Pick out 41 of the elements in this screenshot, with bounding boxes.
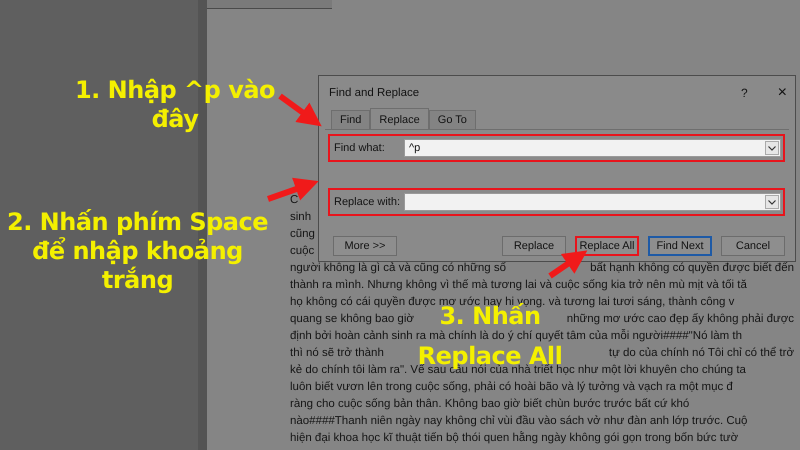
document-text: hiện đại khoa học kĩ thuật tiến bộ thói quen hằng ngày không gói gọn trong bốn bức tườ xyxy=(290,430,738,446)
dialog-button[interactable]: Find Next xyxy=(648,236,712,256)
field-label: Replace with: xyxy=(334,196,402,208)
document-text: những mơ ước cao đẹp ấy không phải được xyxy=(566,312,794,327)
document-text: tự do của chính nó Tôi chỉ có thể trở xyxy=(608,346,794,361)
document-text: người không là gì cả và cũng có những số xyxy=(290,261,506,276)
dialog-button[interactable]: Replace All xyxy=(575,236,639,256)
pointer-arrow xyxy=(548,250,588,278)
document-text: cũng xyxy=(290,227,315,242)
annotation-text: đây xyxy=(152,105,198,134)
field-label: Find what: xyxy=(334,142,386,154)
dropdown-caret-icon[interactable] xyxy=(765,195,779,209)
document-text: C xyxy=(290,193,298,208)
dialog-title: Find and Replace xyxy=(329,87,420,99)
document-text: quang se không bao giờ xyxy=(290,312,414,327)
combo-field[interactable] xyxy=(404,193,781,211)
document-text: cuộc xyxy=(290,244,314,259)
dropdown-caret-icon[interactable] xyxy=(765,141,779,155)
pointer-arrow xyxy=(278,94,322,126)
dialog-tab[interactable]: Replace xyxy=(370,108,429,129)
combo-field[interactable]: ^p xyxy=(404,139,781,157)
dialog-button[interactable]: Replace xyxy=(502,236,566,256)
annotation-text: 1. Nhập ^p vào xyxy=(74,76,276,105)
pointer-arrow xyxy=(267,178,319,202)
annotation-text: 2. Nhấn phím Space xyxy=(7,208,268,237)
document-text: thành ra mình. Nhưng không vì thế mà tương lai và cuộc sống kia trở nên mù mịt và tối tă xyxy=(290,278,747,293)
dialog-button[interactable]: More >> xyxy=(333,236,397,256)
document-text: bất hạnh không có quyền được biết đến xyxy=(590,261,794,276)
annotation-text: để nhập khoảng xyxy=(32,237,243,266)
help-button[interactable]: ? xyxy=(740,86,748,100)
document-text: định bởi hoàn cảnh sinh ra mà chính là do ý chí quyết tâm của mỗi người####"Nó làm th xyxy=(290,328,742,344)
annotation-text: trắng xyxy=(102,266,174,295)
document-text: nào####Thanh niên ngày nay không chỉ vùi đầu vào sách vở như đàn anh lớp trước. Cuộ xyxy=(290,414,748,429)
dialog-tab[interactable]: Find xyxy=(331,110,370,129)
document-text: ràng cho cuộc sống bản thân. Không bao giờ biết chùn bước trước bất cứ khó xyxy=(290,397,690,412)
document-text: sinh xyxy=(290,210,312,225)
dialog-button[interactable]: Cancel xyxy=(721,236,785,256)
dialog-tab[interactable]: Go To xyxy=(428,110,476,129)
document-text: luôn biết vươn lên trong cuộc sống, phải có hoài bão và lý tưởng và vạch ra một mục đ xyxy=(290,380,733,395)
document-text: thì nó sẽ trở thành xyxy=(290,346,384,361)
close-button[interactable]: × xyxy=(778,84,787,102)
